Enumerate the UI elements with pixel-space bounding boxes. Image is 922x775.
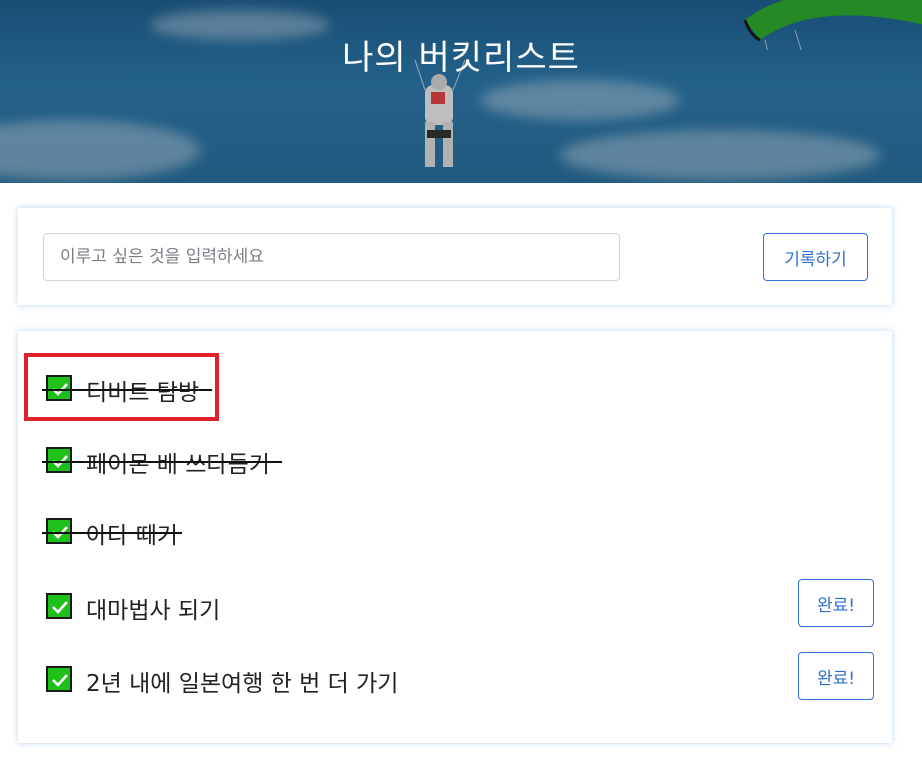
- input-card: 기록하기: [18, 208, 892, 305]
- list-item: 페이몬 배 쓰다듬기: [42, 441, 874, 481]
- list-item-label: 2년 내에 일본여행 한 번 더 가기: [86, 671, 399, 697]
- list-item: 대마법사 되기 완료!: [44, 579, 874, 627]
- record-button[interactable]: 기록하기: [763, 233, 868, 281]
- checkbox-checked-icon[interactable]: [46, 666, 72, 692]
- highlight-box: [24, 353, 219, 421]
- checkbox-checked-icon[interactable]: [46, 518, 72, 544]
- list-item: 2년 내에 일본여행 한 번 더 가기 완료!: [44, 652, 874, 700]
- checkbox-checked-icon[interactable]: [46, 593, 72, 619]
- page-title: 나의 버킷리스트: [342, 38, 580, 78]
- strikethrough-line: [42, 532, 182, 534]
- header-banner: 나의 버킷리스트: [0, 0, 922, 183]
- list-item: 아다 떼기: [42, 512, 874, 552]
- complete-button[interactable]: 완료!: [798, 652, 874, 700]
- checkbox-checked-icon[interactable]: [46, 447, 72, 473]
- strikethrough-line: [42, 461, 282, 463]
- complete-button[interactable]: 완료!: [798, 579, 874, 627]
- list-item-label: 대마법사 되기: [86, 598, 221, 624]
- bucket-item-input[interactable]: [43, 233, 620, 281]
